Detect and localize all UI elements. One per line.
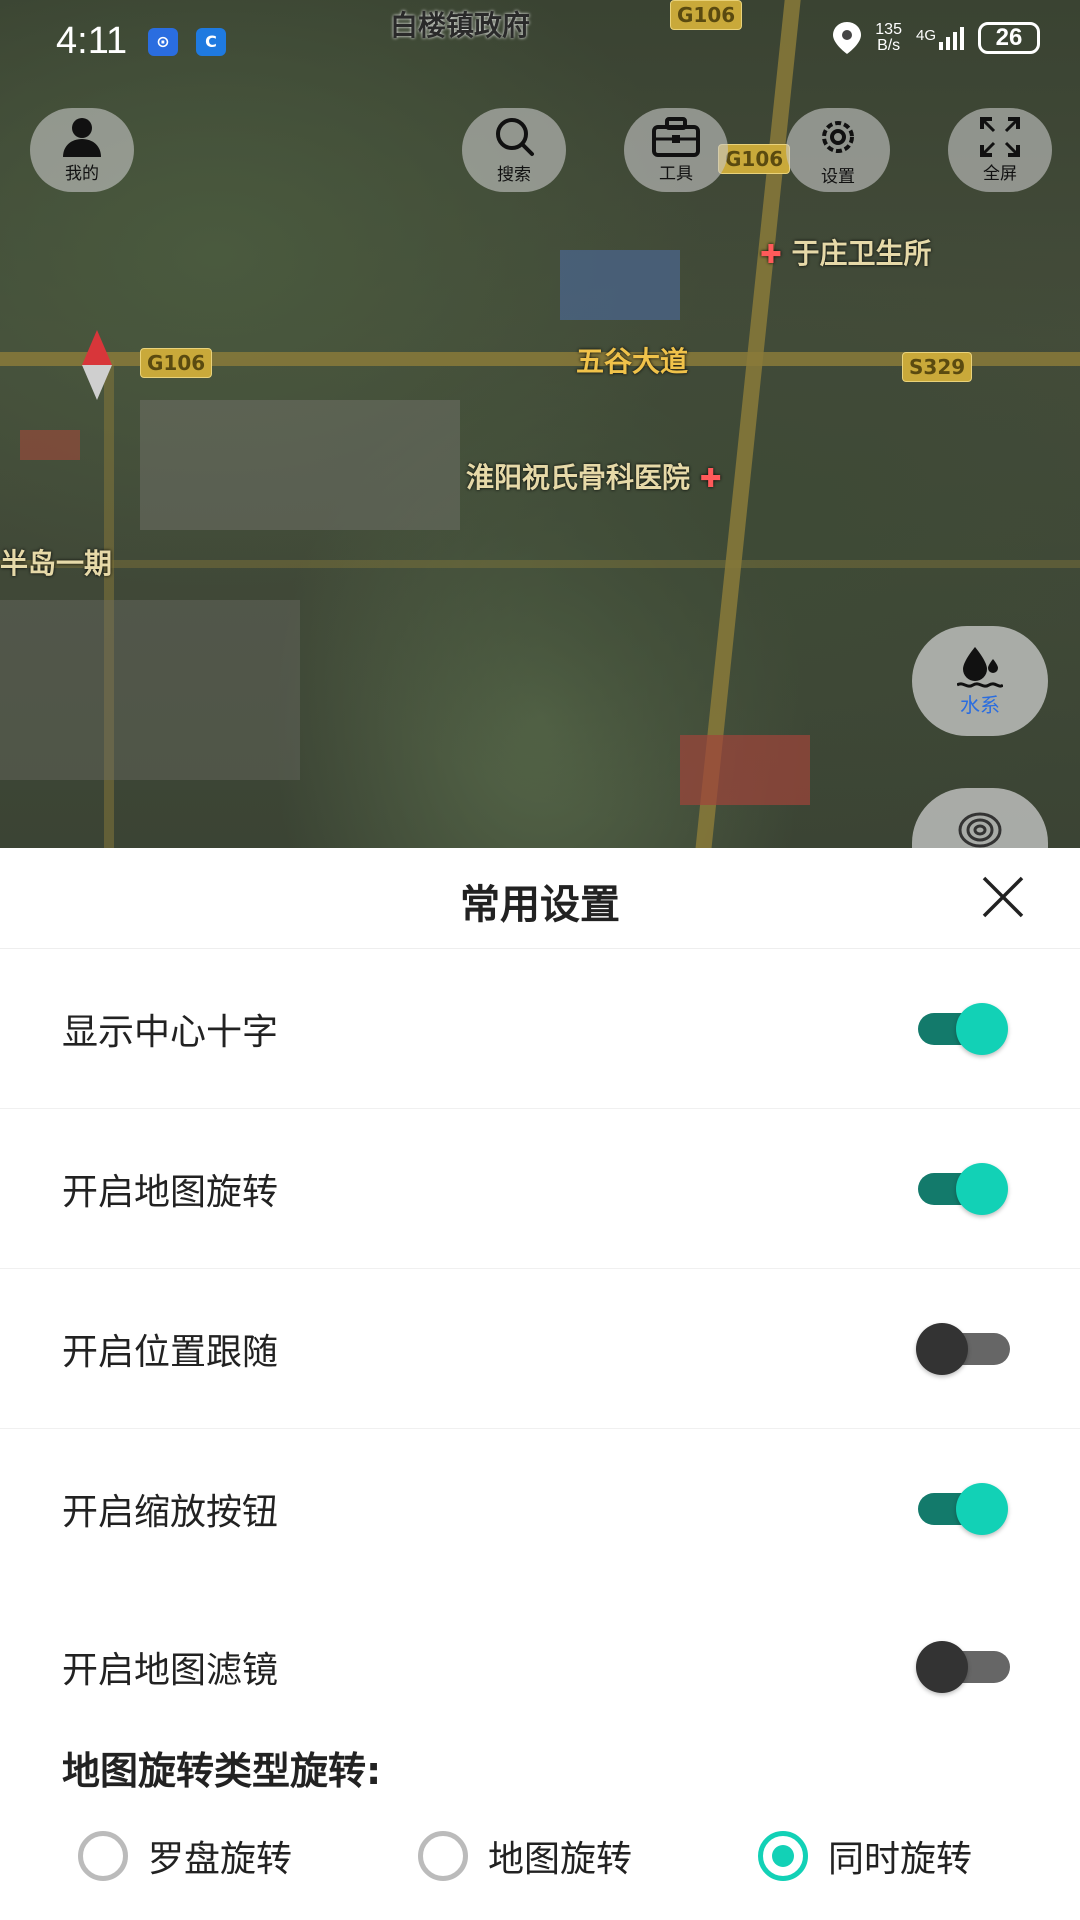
zoom-buttons-toggle[interactable] xyxy=(910,1483,1010,1535)
tools-label: 工具 xyxy=(659,163,693,184)
battery-icon: 26 xyxy=(978,22,1040,54)
map-block xyxy=(20,430,80,460)
setting-row-map-rotation[interactable]: 开启地图旋转 xyxy=(0,1110,1080,1269)
fullscreen-label: 全屏 xyxy=(983,163,1017,184)
user-icon xyxy=(63,117,101,157)
rotation-type-title: 地图旋转类型旋转: xyxy=(62,1749,382,1793)
map-label-community[interactable]: 半岛一期 xyxy=(0,542,112,582)
search-icon xyxy=(496,117,534,156)
map-block xyxy=(560,250,680,320)
radio-circle xyxy=(418,1831,468,1881)
water-label: 水系 xyxy=(960,692,1000,717)
settings-label: 设置 xyxy=(821,166,855,187)
status-time: 4:11 xyxy=(56,20,128,62)
map-block xyxy=(680,735,810,805)
map-filter-toggle[interactable] xyxy=(916,1641,1022,1693)
settings-button[interactable]: 设置 xyxy=(786,108,890,192)
map-label-clinic-text: 于庄卫生所 xyxy=(791,237,932,270)
network-speed: 135 B/s xyxy=(875,22,902,54)
tools-button[interactable]: 工具 xyxy=(624,108,728,192)
sheet-header: 常用设置 xyxy=(0,848,1080,949)
map-label-clinic[interactable]: ✚ 于庄卫生所 xyxy=(760,232,932,272)
water-drop-icon xyxy=(957,646,1003,688)
location-icon xyxy=(833,22,862,54)
map-rotation-toggle[interactable] xyxy=(910,1163,1010,1215)
app-notification-icon: ⊙ xyxy=(148,28,178,56)
map-label-avenue[interactable]: 五谷大道 xyxy=(576,340,688,380)
water-layer-button[interactable]: 水系 xyxy=(912,626,1048,736)
rotation-type-options: 罗盘旋转 地图旋转 同时旋转 xyxy=(0,1830,1080,1890)
setting-label: 开启位置跟随 xyxy=(62,1332,279,1373)
battery-level: 26 xyxy=(995,24,1023,51)
search-label: 搜索 xyxy=(497,164,531,185)
setting-row-center-cross[interactable]: 显示中心十字 xyxy=(0,950,1080,1109)
hospital-icon: ✚ xyxy=(760,240,782,270)
road-tag: G106 xyxy=(718,144,791,174)
search-button[interactable]: 搜索 xyxy=(462,108,566,192)
mine-button[interactable]: 我的 xyxy=(30,108,134,192)
setting-label: 开启地图旋转 xyxy=(62,1172,279,1213)
network-speed-value: 135 xyxy=(875,21,902,38)
setting-label: 显示中心十字 xyxy=(62,1012,279,1053)
radio-circle xyxy=(78,1831,128,1881)
gear-icon xyxy=(822,120,854,153)
radio-simultaneous-rotation[interactable]: 同时旋转 xyxy=(758,1830,972,1882)
sheet-title: 常用设置 xyxy=(460,882,620,928)
map-block xyxy=(0,600,300,780)
status-right: 135 B/s 4G 26 xyxy=(833,22,1040,54)
setting-row-map-filter[interactable]: 开启地图滤镜 xyxy=(0,1588,1080,1746)
radio-compass-rotation[interactable]: 罗盘旋转 xyxy=(78,1830,292,1882)
compass-icon[interactable] xyxy=(82,330,112,400)
radio-label: 罗盘旋转 xyxy=(148,1839,293,1880)
radio-label: 同时旋转 xyxy=(828,1839,973,1880)
radio-map-rotation[interactable]: 地图旋转 xyxy=(418,1830,632,1882)
map-label-hospital[interactable]: 淮阳祝氏骨科医院 ✚ xyxy=(466,456,722,496)
app-notification-icon: C xyxy=(196,28,226,56)
map-label-hospital-text: 淮阳祝氏骨科医院 xyxy=(466,461,691,494)
signal-icon: 4G xyxy=(915,26,964,50)
road-horizontal xyxy=(0,560,1080,568)
fullscreen-button[interactable]: 全屏 xyxy=(948,108,1052,192)
hospital-icon: ✚ xyxy=(699,464,722,494)
road-tag: S329 xyxy=(902,352,973,382)
road-tag: G106 xyxy=(140,348,213,378)
radio-label: 地图旋转 xyxy=(488,1839,633,1880)
fullscreen-icon xyxy=(980,116,1020,157)
setting-label: 开启缩放按钮 xyxy=(62,1492,279,1533)
center-cross-toggle[interactable] xyxy=(910,1003,1010,1055)
close-icon[interactable] xyxy=(978,872,1028,922)
location-follow-toggle[interactable] xyxy=(916,1323,1022,1375)
network-speed-unit: B/s xyxy=(877,37,901,54)
setting-row-zoom-buttons[interactable]: 开启缩放按钮 xyxy=(0,1430,1080,1588)
radio-circle xyxy=(758,1831,808,1881)
map-block xyxy=(140,400,460,530)
setting-label: 开启地图滤镜 xyxy=(62,1650,279,1691)
mine-label: 我的 xyxy=(65,163,99,184)
setting-row-location-follow[interactable]: 开启位置跟随 xyxy=(0,1270,1080,1429)
network-type: 4G xyxy=(915,26,936,44)
status-bar: 4:11 ⊙ C 135 B/s 4G 26 xyxy=(0,0,1080,84)
toolbox-icon xyxy=(652,116,700,157)
contour-icon xyxy=(958,812,1002,848)
